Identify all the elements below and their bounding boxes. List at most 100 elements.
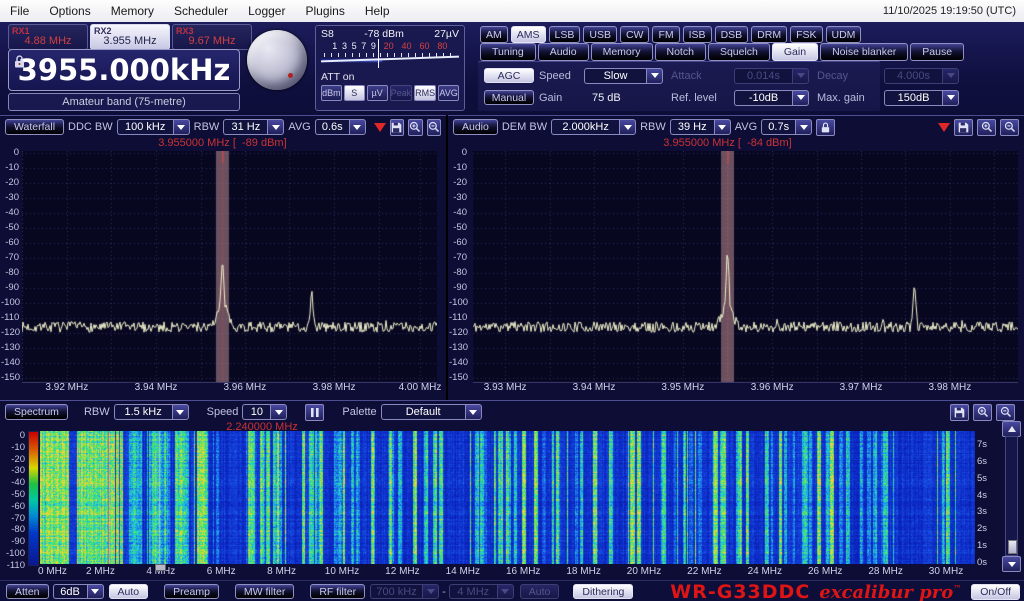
tab-memory[interactable]: Memory — [591, 43, 653, 61]
rx-tab-rx3[interactable]: RX39.67 MHz — [172, 24, 252, 50]
menu-scheduler[interactable]: Scheduler — [164, 0, 238, 22]
wb-rbw-select[interactable]: 1.5 kHz — [114, 404, 189, 420]
tab-audio[interactable]: Audio — [538, 43, 589, 61]
ddc-spectrum-canvas[interactable] — [22, 151, 437, 383]
smeter-unit-peak[interactable]: Peak — [390, 85, 413, 101]
chevron-down-icon[interactable] — [795, 119, 812, 135]
waterfall-toggle-button[interactable]: Waterfall — [5, 119, 64, 135]
frequency-display[interactable]: 3955.000kHz — [8, 49, 240, 91]
menu-help[interactable]: Help — [355, 0, 400, 22]
mode-usb[interactable]: USB — [583, 26, 617, 43]
tab-gain[interactable]: Gain — [772, 43, 818, 61]
mw-filter-button[interactable]: MW filter — [235, 584, 294, 599]
zoom-in-icon[interactable] — [408, 119, 422, 136]
mode-fsk[interactable]: FSK — [790, 26, 822, 43]
lock-icon[interactable] — [816, 119, 835, 136]
zoom-out-icon[interactable] — [1000, 119, 1019, 136]
chevron-down-icon[interactable] — [465, 404, 482, 420]
save-icon[interactable] — [954, 119, 973, 136]
zoom-in-icon[interactable] — [973, 404, 992, 421]
smeter-unit-s[interactable]: S — [344, 85, 365, 101]
dem-rbw-select[interactable]: 39 Hz — [670, 119, 731, 135]
chevron-down-icon[interactable] — [172, 404, 189, 420]
mode-ams[interactable]: AMS — [511, 26, 546, 43]
ddc-bw-select[interactable]: 100 kHz — [117, 119, 190, 135]
save-icon[interactable] — [390, 119, 404, 136]
mode-cw[interactable]: CW — [620, 26, 650, 43]
tab-notch[interactable]: Notch — [655, 43, 706, 61]
tuning-knob[interactable] — [247, 30, 307, 90]
tab-tuning[interactable]: Tuning — [480, 43, 536, 61]
atten-auto-button[interactable]: Auto — [109, 584, 149, 599]
tab-squelch[interactable]: Squelch — [708, 43, 770, 61]
dithering-button[interactable]: Dithering — [573, 584, 633, 599]
menu-file[interactable]: File — [0, 0, 39, 22]
ddc-avg-select[interactable]: 0.6s — [315, 119, 366, 135]
menu-memory[interactable]: Memory — [101, 0, 164, 22]
chevron-down-icon[interactable] — [349, 119, 366, 135]
smeter-unit-dbm[interactable]: dBm — [321, 85, 342, 101]
menu-logger[interactable]: Logger — [238, 0, 295, 22]
smeter-unit-rms[interactable]: RMS — [414, 85, 436, 101]
preamp-button[interactable]: Preamp — [164, 584, 219, 599]
ref-level-select[interactable]: -10dB — [734, 90, 812, 106]
waterfall-x-label: 18 MHz — [566, 566, 600, 577]
tab-pause[interactable]: Pause — [910, 43, 964, 61]
scrollbar-track[interactable] — [1005, 436, 1018, 556]
mode-isb[interactable]: ISB — [683, 26, 712, 43]
rx-tab-rx2[interactable]: RX23.955 MHz — [90, 24, 170, 50]
spectrum-toggle-button[interactable]: Spectrum — [5, 404, 68, 420]
dem-bw-select[interactable]: 2.000kHz — [551, 119, 636, 135]
marker-icon[interactable] — [938, 123, 950, 132]
zoom-in-icon[interactable] — [977, 119, 996, 136]
mode-fm[interactable]: FM — [652, 26, 679, 43]
chevron-down-icon[interactable] — [173, 119, 190, 135]
chevron-down-icon[interactable] — [267, 119, 284, 135]
mode-lsb[interactable]: LSB — [549, 26, 581, 43]
marker-icon[interactable] — [374, 123, 386, 132]
mode-dsb[interactable]: DSB — [715, 26, 749, 43]
scroll-up-icon[interactable] — [1002, 421, 1021, 437]
wb-palette-select[interactable]: Default — [381, 404, 482, 420]
ddc-position-marker[interactable] — [155, 564, 166, 571]
ddc-rbw-select[interactable]: 31 Hz — [223, 119, 284, 135]
demod-spectrum-canvas[interactable] — [473, 151, 1018, 383]
dem-avg-select[interactable]: 0.7s — [761, 119, 812, 135]
chevron-down-icon[interactable] — [714, 119, 731, 135]
rx-tab-rx1[interactable]: RX14.88 MHz — [8, 24, 88, 50]
scrollbar-thumb[interactable] — [1008, 540, 1017, 554]
save-icon[interactable] — [950, 404, 969, 421]
mode-drm[interactable]: DRM — [751, 26, 787, 43]
zoom-out-icon[interactable] — [427, 119, 441, 136]
max-gain-select[interactable]: 150dB — [884, 90, 962, 106]
manual-gain-button[interactable]: Manual — [484, 90, 534, 105]
mode-udm[interactable]: UDM — [826, 26, 862, 43]
atten-button[interactable]: Atten — [6, 584, 49, 599]
chevron-down-icon[interactable] — [792, 90, 809, 106]
chevron-down-icon[interactable] — [87, 584, 104, 599]
rf-filter-button[interactable]: RF filter — [310, 584, 365, 599]
chevron-down-icon[interactable] — [619, 119, 636, 135]
zoom-out-icon[interactable] — [996, 404, 1015, 421]
agc-speed-select[interactable]: Slow — [584, 68, 666, 84]
agc-button[interactable]: AGC — [484, 68, 534, 83]
rf-filter-auto-button[interactable]: Auto — [520, 584, 560, 599]
menu-options[interactable]: Options — [39, 0, 100, 22]
pause-icon[interactable] — [305, 404, 324, 421]
wb-speed-select[interactable]: 10 — [242, 404, 287, 420]
audio-toggle-button[interactable]: Audio — [453, 119, 498, 135]
onoff-button[interactable]: On/Off — [971, 584, 1020, 600]
smeter-unit-avg[interactable]: AVG — [438, 85, 459, 101]
chevron-down-icon[interactable] — [942, 90, 959, 106]
chevron-down-icon[interactable] — [646, 68, 663, 84]
rf-range-dash: - — [442, 586, 446, 598]
smeter-unit-µv[interactable]: µV — [367, 85, 388, 101]
mode-am[interactable]: AM — [480, 26, 508, 43]
tab-noise-blanker[interactable]: Noise blanker — [820, 43, 908, 61]
gain-panel: AGC Speed Slow Attack 0.014s Decay 4.000… — [478, 61, 880, 111]
scroll-down-icon[interactable] — [1002, 556, 1021, 572]
menu-plugins[interactable]: Plugins — [295, 0, 354, 22]
atten-value-select[interactable]: 6dB — [53, 584, 104, 599]
chevron-down-icon[interactable] — [270, 404, 287, 420]
waterfall-canvas[interactable] — [40, 431, 975, 564]
